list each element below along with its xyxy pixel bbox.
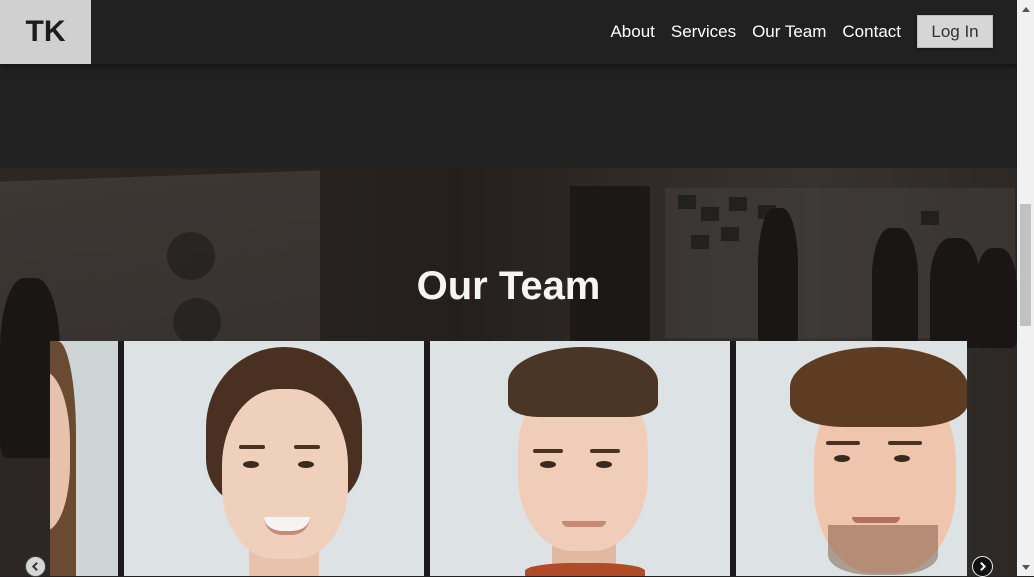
nav-our-team[interactable]: Our Team <box>752 22 826 42</box>
photo-brow <box>888 441 922 445</box>
scroll-up-button[interactable] <box>1017 0 1034 17</box>
nav-about[interactable]: About <box>610 22 654 42</box>
nav-contact[interactable]: Contact <box>842 22 901 42</box>
page-scrollbar[interactable] <box>1017 0 1034 576</box>
scroll-thumb[interactable] <box>1020 204 1031 326</box>
photo-hair <box>790 347 967 427</box>
photo-shirt <box>525 563 645 576</box>
photo-beard <box>828 525 938 575</box>
carousel-next-button[interactable] <box>972 556 993 577</box>
triangle-down-icon <box>1021 564 1030 570</box>
team-card[interactable] <box>50 341 118 576</box>
photo-hair <box>508 347 658 417</box>
triangle-up-icon <box>1021 6 1030 12</box>
photo-brow <box>590 449 620 453</box>
login-button[interactable]: Log In <box>917 15 993 48</box>
carousel-prev-button[interactable] <box>25 556 46 577</box>
photo-eye <box>298 461 314 468</box>
photo-eye <box>894 455 910 462</box>
logo[interactable]: TK <box>0 0 91 64</box>
team-card[interactable] <box>736 341 967 576</box>
team-card[interactable] <box>124 341 424 576</box>
photo-brow <box>239 445 265 449</box>
photo-brow <box>294 445 320 449</box>
section-title: Our Team <box>416 264 601 308</box>
chevron-left-icon <box>31 561 38 572</box>
nav-services[interactable]: Services <box>671 22 736 42</box>
chevron-right-icon <box>980 561 987 572</box>
photo-eye <box>834 455 850 462</box>
photo-eye <box>540 461 556 468</box>
photo-eye <box>243 461 259 468</box>
team-carousel[interactable] <box>50 341 967 576</box>
photo-brow <box>533 449 563 453</box>
photo-brow <box>826 441 860 445</box>
team-card[interactable] <box>430 341 730 576</box>
main-nav: About Services Our Team Contact Log In <box>610 15 993 48</box>
photo-eye <box>596 461 612 468</box>
navbar: TK About Services Our Team Contact Log I… <box>0 0 1017 64</box>
photo-mouth <box>562 521 606 527</box>
photo-mouth <box>852 517 900 523</box>
scroll-down-button[interactable] <box>1017 559 1034 576</box>
